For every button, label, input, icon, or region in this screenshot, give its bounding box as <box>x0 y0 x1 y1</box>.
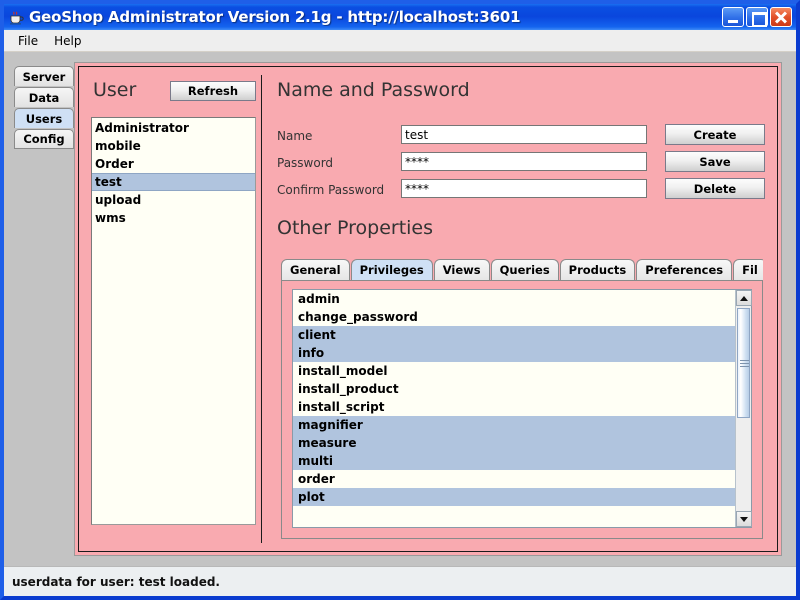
scroll-up-arrow-icon[interactable] <box>736 290 752 306</box>
tab-content-panel: admin change_password client info instal… <box>281 280 763 539</box>
form-row-password: Password **** Save <box>277 151 765 177</box>
details-section: Name and Password Name test Create Passw… <box>275 77 765 541</box>
user-section-header: User Refresh <box>91 77 256 109</box>
list-item[interactable]: install_script <box>293 398 735 416</box>
delete-button[interactable]: Delete <box>665 178 765 199</box>
sidebar-item-data[interactable]: Data <box>14 87 74 107</box>
close-icon[interactable] <box>770 7 792 27</box>
sidebar-item-server[interactable]: Server <box>14 66 74 86</box>
list-item[interactable]: magnifier <box>293 416 735 434</box>
password-input[interactable]: **** <box>401 152 647 171</box>
menu-bar: File Help <box>4 30 796 52</box>
list-item[interactable]: wms <box>92 209 255 227</box>
client-area: Server Data Users Config User Refresh Ad… <box>4 52 796 566</box>
tab-general[interactable]: General <box>281 259 350 280</box>
list-item[interactable]: Administrator <box>92 119 255 137</box>
tab-privileges[interactable]: Privileges <box>350 259 433 280</box>
panel-divider <box>261 75 262 543</box>
name-password-title: Name and Password <box>277 79 470 101</box>
tab-products[interactable]: Products <box>559 259 636 280</box>
window-controls <box>722 7 792 27</box>
save-button[interactable]: Save <box>665 151 765 172</box>
privileges-list[interactable]: admin change_password client info instal… <box>293 290 735 527</box>
password-label: Password <box>277 156 334 170</box>
form-row-name: Name test Create <box>277 124 765 150</box>
list-item[interactable]: mobile <box>92 137 255 155</box>
list-item[interactable]: test <box>92 173 255 191</box>
list-item[interactable]: plot <box>293 488 735 506</box>
form-row-confirm-password: Confirm Password **** Delete <box>277 178 765 204</box>
vertical-tab-strip: Server Data Users Config <box>14 66 74 150</box>
list-item[interactable]: measure <box>293 434 735 452</box>
main-panel: User Refresh Administrator mobile Order … <box>74 62 782 556</box>
window-title: GeoShop Administrator Version 2.1g - htt… <box>29 8 521 26</box>
name-label: Name <box>277 129 313 143</box>
tab-views[interactable]: Views <box>433 259 490 280</box>
user-section: User Refresh Administrator mobile Order … <box>91 77 256 541</box>
refresh-button[interactable]: Refresh <box>170 81 256 101</box>
create-button[interactable]: Create <box>665 124 765 145</box>
menu-item-help[interactable]: Help <box>46 32 89 50</box>
application-window: GeoShop Administrator Version 2.1g - htt… <box>0 0 800 600</box>
name-password-form: Name test Create Password **** Save Conf… <box>277 124 765 206</box>
confirm-password-label: Confirm Password <box>277 183 385 197</box>
status-bar: userdata for user: test loaded. <box>4 566 796 596</box>
status-message: userdata for user: test loaded. <box>12 574 220 589</box>
scrollbar-thumb[interactable] <box>737 308 750 418</box>
name-input[interactable]: test <box>401 125 647 144</box>
tab-strip: General Privileges Views Queries Product… <box>281 259 763 280</box>
user-section-title: User <box>93 79 137 101</box>
other-properties-tabpane: General Privileges Views Queries Product… <box>281 259 763 539</box>
privileges-list-container: admin change_password client info instal… <box>292 289 752 528</box>
sidebar-item-users[interactable]: Users <box>14 108 74 128</box>
list-item[interactable]: install_product <box>293 380 735 398</box>
list-item[interactable]: change_password <box>293 308 735 326</box>
menu-item-file[interactable]: File <box>10 32 46 50</box>
list-item[interactable]: multi <box>293 452 735 470</box>
list-item[interactable]: admin <box>293 290 735 308</box>
tab-files[interactable]: Fil <box>733 259 763 280</box>
maximize-icon[interactable] <box>746 7 768 27</box>
user-list[interactable]: Administrator mobile Order test upload w… <box>91 117 256 525</box>
scrollbar-grip-icon <box>740 360 749 367</box>
minimize-icon[interactable] <box>722 7 744 27</box>
list-item[interactable]: Order <box>92 155 255 173</box>
privileges-scrollbar[interactable] <box>735 290 752 527</box>
scroll-down-arrow-icon[interactable] <box>736 511 752 527</box>
list-item[interactable]: client <box>293 326 735 344</box>
list-item[interactable]: upload <box>92 191 255 209</box>
tab-queries[interactable]: Queries <box>490 259 559 280</box>
main-panel-inner: User Refresh Administrator mobile Order … <box>78 66 778 552</box>
title-bar: GeoShop Administrator Version 2.1g - htt… <box>4 4 796 30</box>
list-item[interactable]: install_model <box>293 362 735 380</box>
tab-preferences[interactable]: Preferences <box>636 259 733 280</box>
list-item[interactable]: order <box>293 470 735 488</box>
confirm-password-input[interactable]: **** <box>401 179 647 198</box>
java-coffee-cup-icon <box>7 8 25 26</box>
other-properties-title: Other Properties <box>277 217 434 239</box>
list-item[interactable]: info <box>293 344 735 362</box>
sidebar-item-config[interactable]: Config <box>14 129 74 149</box>
